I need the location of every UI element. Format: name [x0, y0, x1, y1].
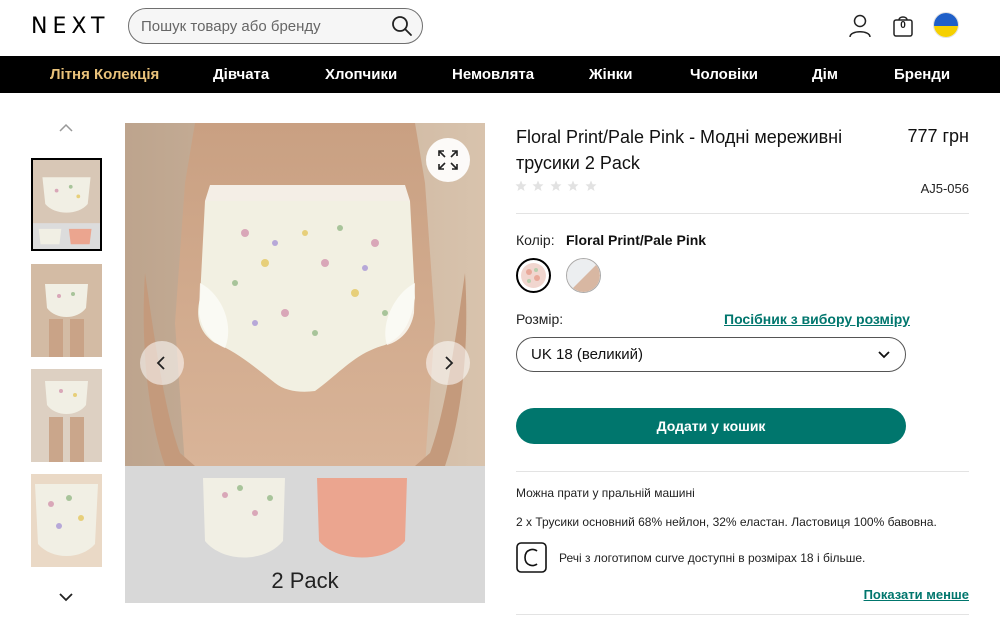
main-navigation: Літня Колекція Дівчата Хлопчики Немовлят… [0, 56, 1000, 93]
rating-stars[interactable] [515, 179, 598, 193]
next-image-button[interactable] [426, 341, 470, 385]
product-title: Floral Print/Pale Pink - Модні мереживні… [516, 127, 843, 173]
ukraine-flag-icon[interactable] [933, 12, 959, 38]
wash-info: Можна прати у пральній машині [516, 486, 695, 500]
search-input[interactable] [141, 16, 381, 36]
thumbnail-1[interactable] [31, 158, 102, 251]
nav-item-babies[interactable]: Немовлята [452, 66, 534, 83]
composition-info: 2 x Трусики основний 68% нейлон, 32% ела… [516, 515, 937, 529]
search-icon[interactable] [390, 14, 414, 38]
site-header: NEXT 0 [0, 0, 1000, 56]
size-label: Розмір: [516, 311, 564, 327]
expand-image-button[interactable] [426, 138, 470, 182]
product-sku: AJ5-056 [920, 181, 969, 196]
curve-logo-icon [516, 542, 547, 573]
size-guide-link[interactable]: Посібник з вибору розміру [724, 311, 910, 327]
chevron-left-icon [156, 356, 165, 370]
color-swatch-alternate[interactable] [566, 258, 601, 293]
nav-item-summer-collection[interactable]: Літня Колекція [50, 66, 159, 83]
main-product-image[interactable]: 2 Pack [125, 123, 485, 603]
expand-icon [438, 150, 458, 170]
chevron-down-icon [878, 351, 890, 359]
nav-item-men[interactable]: Чоловіки [690, 66, 758, 83]
star-icon [532, 180, 544, 191]
shopping-bag-button[interactable]: 0 [889, 12, 917, 40]
divider [516, 471, 969, 472]
curve-info: Речі з логотипом curve доступні в розмір… [559, 551, 866, 565]
star-icon [567, 180, 579, 191]
pack-label: 2 Pack [271, 568, 339, 593]
alternate-color-swatch-icon [567, 259, 600, 292]
next-logo[interactable]: NEXT [31, 14, 109, 39]
bag-count: 0 [900, 20, 906, 31]
search-bar[interactable] [128, 8, 423, 44]
add-to-cart-button[interactable]: Додати у кошик [516, 408, 906, 444]
size-select[interactable]: UK 18 (великий) [516, 337, 906, 372]
chevron-right-icon [445, 356, 454, 370]
thumbnail-2[interactable] [31, 264, 102, 357]
nav-item-women[interactable]: Жінки [589, 66, 633, 83]
star-icon [550, 180, 562, 191]
thumbnail-4[interactable] [31, 474, 102, 567]
divider [516, 213, 969, 214]
divider [516, 614, 969, 615]
star-icon [585, 180, 597, 191]
thumbnail-3[interactable] [31, 369, 102, 462]
previous-image-button[interactable] [140, 341, 184, 385]
floral-pink-swatch-icon [521, 263, 546, 288]
color-value: Floral Print/Pale Pink [566, 232, 707, 248]
star-icon [515, 180, 527, 191]
thumbnails-up-arrow-icon[interactable] [56, 121, 76, 135]
nav-item-boys[interactable]: Хлопчики [325, 66, 397, 83]
product-price: 777 грн [907, 126, 969, 146]
color-label: Колір: [516, 232, 555, 248]
nav-item-girls[interactable]: Дівчата [213, 66, 269, 83]
size-select-value: UK 18 (великий) [531, 346, 643, 363]
show-less-link[interactable]: Показати менше [860, 587, 969, 602]
nav-item-home[interactable]: Дім [812, 66, 838, 83]
nav-item-brands[interactable]: Бренди [894, 66, 950, 83]
user-icon[interactable] [846, 12, 874, 40]
thumbnails-down-arrow-icon[interactable] [56, 590, 76, 604]
color-swatch-floral-pink[interactable] [516, 258, 551, 293]
